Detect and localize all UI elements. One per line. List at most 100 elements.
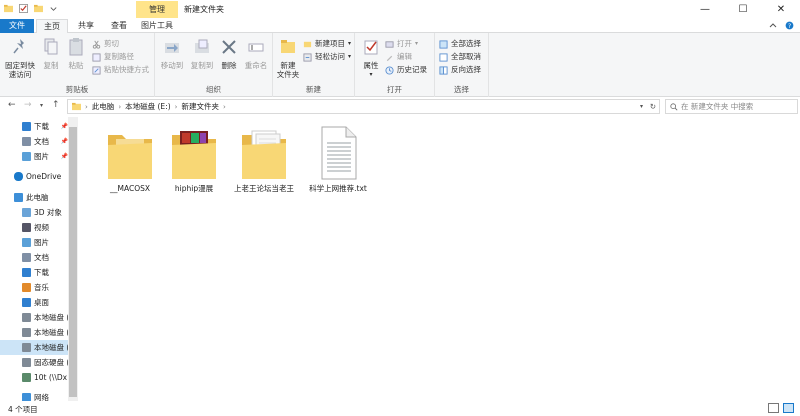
new-item-button[interactable]: 新建项目 ▾ xyxy=(303,38,351,50)
drive-icon xyxy=(22,313,31,322)
tab-picture-tools[interactable]: 图片工具 xyxy=(136,19,178,33)
breadcrumb-drive-e[interactable]: 本地磁盘 (E:) xyxy=(125,101,171,112)
chevron-right-icon[interactable]: › xyxy=(175,103,178,111)
drive-icon xyxy=(22,358,31,367)
details-view-icon[interactable] xyxy=(768,403,779,413)
edit-button[interactable]: 编辑 xyxy=(385,51,412,63)
chevron-right-icon[interactable]: › xyxy=(223,103,226,111)
history-button[interactable]: 历史记录 xyxy=(385,64,427,76)
folder-icon[interactable] xyxy=(4,4,13,13)
copy-path-button[interactable]: 复制路径 xyxy=(92,51,134,63)
new-folder-icon[interactable] xyxy=(34,4,43,13)
cut-button[interactable]: 剪切 xyxy=(92,38,119,50)
sidebar-item[interactable]: 10t (\\Dx xyxy=(0,370,78,385)
select-group-label: 选择 xyxy=(454,85,469,94)
rename-button[interactable]: 重命名 xyxy=(242,37,270,70)
search-box[interactable]: 在 新建文件夹 中搜索 xyxy=(665,99,798,114)
sidebar-item[interactable]: 图片 📌 xyxy=(0,149,78,164)
sidebar-item[interactable]: OneDrive xyxy=(0,169,78,184)
copy-to-button[interactable]: 复制到 xyxy=(188,37,216,70)
sidebar-item[interactable]: 固态硬盘 ( xyxy=(0,355,78,370)
help-icon[interactable]: ? xyxy=(785,21,794,30)
context-tab-manage[interactable]: 管理 xyxy=(136,1,178,18)
file-item[interactable]: 上老王论坛当老王 xyxy=(232,125,296,193)
close-button[interactable]: ✕ xyxy=(762,0,800,19)
sidebar-item[interactable]: 3D 对象 xyxy=(0,205,78,220)
properties-check-icon[interactable] xyxy=(19,4,28,13)
customize-qat-icon[interactable] xyxy=(49,4,58,13)
sidebar-item[interactable]: 文档 xyxy=(0,250,78,265)
recent-locations-chevron-icon[interactable]: ▾ xyxy=(40,102,43,109)
navigation-pane-scrollbar[interactable] xyxy=(68,117,78,401)
tab-share[interactable]: 共享 xyxy=(70,19,102,33)
chevron-right-icon[interactable]: › xyxy=(118,103,121,111)
move-to-icon xyxy=(165,43,179,53)
folder-icon xyxy=(72,102,81,111)
breadcrumb-this-pc[interactable]: 此电脑 xyxy=(92,101,115,112)
paste-button[interactable]: 粘贴 xyxy=(64,37,88,70)
sidebar-item[interactable]: 音乐 xyxy=(0,280,78,295)
organize-group: 移动到 复制到 删除 重命名 组织 xyxy=(155,33,273,97)
pin-quick-access-button[interactable]: 固定到快 速访问 xyxy=(2,37,38,79)
sidebar-item[interactable]: 图片 xyxy=(0,235,78,250)
new-folder-icon xyxy=(281,40,295,53)
file-item[interactable]: hiphip漫展 xyxy=(162,125,226,193)
tab-view[interactable]: 查看 xyxy=(104,19,134,33)
new-group-label: 新建 xyxy=(306,85,321,94)
copy-icon xyxy=(44,38,58,55)
up-arrow-icon[interactable]: ↑ xyxy=(52,100,60,110)
select-none-button[interactable]: 全部取消 xyxy=(439,51,481,63)
clipboard-group-label: 剪贴板 xyxy=(65,85,89,94)
sidebar-item[interactable]: 本地磁盘 ( xyxy=(0,325,78,340)
easy-access-button[interactable]: 轻松访问 ▾ xyxy=(303,51,351,63)
tab-file[interactable]: 文件 xyxy=(0,19,34,33)
select-all-button[interactable]: 全部选择 xyxy=(439,38,481,50)
sidebar-item[interactable]: 下载 xyxy=(0,265,78,280)
sidebar-item[interactable]: 本地磁盘 ( xyxy=(0,310,78,325)
new-group: 新建 文件夹 新建项目 ▾ 轻松访问 ▾ 新建 xyxy=(273,33,355,97)
forward-arrow-icon[interactable]: → xyxy=(24,100,32,110)
network-icon xyxy=(22,393,31,401)
sidebar-item[interactable]: 网络 xyxy=(0,390,78,401)
file-name: __MACOSX xyxy=(109,184,150,193)
copy-button[interactable]: 复制 xyxy=(40,37,62,70)
sidebar-item[interactable]: 此电脑 xyxy=(0,190,78,205)
picture-icon xyxy=(22,152,31,161)
minimize-button[interactable]: — xyxy=(686,0,724,19)
back-arrow-icon[interactable]: ← xyxy=(8,100,16,110)
open-button[interactable]: 打开 ▾ xyxy=(385,38,418,50)
move-to-button[interactable]: 移动到 xyxy=(158,37,186,70)
sidebar-item-label: 桌面 xyxy=(34,298,49,307)
file-item[interactable]: 科学上网推荐.txt xyxy=(306,125,370,193)
sidebar-item[interactable]: 视频 xyxy=(0,220,78,235)
file-item[interactable]: __MACOSX xyxy=(98,125,162,193)
new-folder-button[interactable]: 新建 文件夹 xyxy=(275,37,301,79)
address-dropdown-icon[interactable]: ▾ xyxy=(640,103,643,110)
scrollbar-thumb[interactable] xyxy=(69,127,77,397)
sidebar-item-label: 网络 xyxy=(34,393,49,401)
breadcrumb-current-folder[interactable]: 新建文件夹 xyxy=(181,101,219,112)
sidebar-item[interactable]: 文档 📌 xyxy=(0,134,78,149)
refresh-icon[interactable]: ↻ xyxy=(650,102,656,111)
delete-button[interactable]: 删除 xyxy=(218,37,240,70)
file-name: 科学上网推荐.txt xyxy=(309,184,367,193)
properties-button[interactable]: 属性 ▾ xyxy=(359,37,383,79)
maximize-button[interactable]: ☐ xyxy=(724,0,762,19)
chevron-right-icon[interactable]: › xyxy=(85,103,88,111)
navigation-bar: ← → ▾ ↑ › 此电脑 › 本地磁盘 (E:) › 新建文件夹 › ▾ ↻ … xyxy=(0,97,800,117)
invert-selection-button[interactable]: 反向选择 xyxy=(439,64,481,76)
large-icons-view-icon[interactable] xyxy=(783,403,794,413)
file-name: 上老王论坛当老王 xyxy=(234,184,294,193)
cube-icon xyxy=(22,208,31,217)
sidebar-item[interactable]: 本地磁盘 ( xyxy=(0,340,78,355)
sidebar-item-label: 3D 对象 xyxy=(34,208,62,217)
tab-home[interactable]: 主页 xyxy=(36,19,68,34)
computer-icon xyxy=(14,193,23,202)
sidebar-item[interactable]: 桌面 xyxy=(0,295,78,310)
collapse-ribbon-icon[interactable] xyxy=(769,22,777,30)
sidebar-item[interactable]: 下载 📌 xyxy=(0,119,78,134)
sidebar-item-label: 下载 xyxy=(34,122,49,131)
svg-text:?: ? xyxy=(788,23,791,30)
paste-shortcut-button[interactable]: 粘贴快捷方式 xyxy=(92,64,149,76)
address-bar[interactable]: › 此电脑 › 本地磁盘 (E:) › 新建文件夹 › ▾ ↻ xyxy=(67,99,660,114)
